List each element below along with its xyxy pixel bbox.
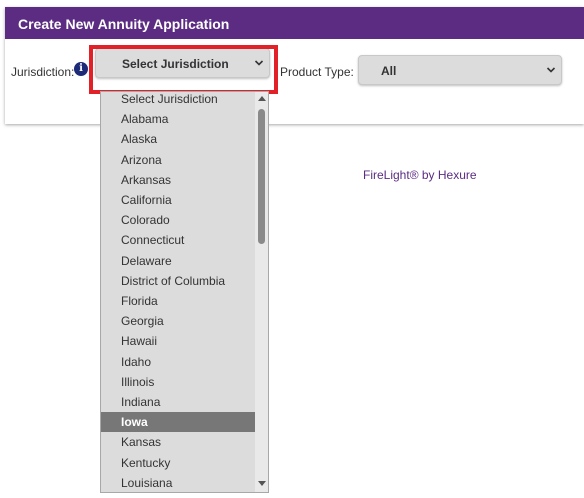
dropdown-option[interactable]: Indiana xyxy=(101,392,255,412)
dropdown-option[interactable]: Alabama xyxy=(101,109,255,129)
product-type-selected-value: All xyxy=(381,64,397,78)
product-type-label: Product Type: xyxy=(280,65,354,79)
scroll-thumb[interactable] xyxy=(258,109,265,244)
dropdown-option[interactable]: Idaho xyxy=(101,352,255,372)
chevron-down-icon xyxy=(546,67,556,73)
dropdown-option[interactable]: Hawaii xyxy=(101,331,255,351)
dropdown-option[interactable]: Arkansas xyxy=(101,170,255,190)
dropdown-option[interactable]: Delaware xyxy=(101,251,255,271)
dropdown-option[interactable]: California xyxy=(101,190,255,210)
dropdown-option[interactable]: Select Jurisdiction xyxy=(101,92,255,109)
dropdown-option[interactable]: Connecticut xyxy=(101,230,255,250)
dropdown-option[interactable]: Arizona xyxy=(101,150,255,170)
dropdown-option[interactable]: Louisiana xyxy=(101,473,255,492)
dropdown-option[interactable]: Colorado xyxy=(101,210,255,230)
dropdown-option[interactable]: Florida xyxy=(101,291,255,311)
dropdown-option[interactable]: Kentucky xyxy=(101,453,255,473)
footer-brand[interactable]: FireLight® by Hexure xyxy=(363,168,477,182)
highlight-box xyxy=(89,45,278,94)
product-type-select[interactable]: All xyxy=(358,55,562,85)
scroll-up-arrow-icon[interactable] xyxy=(258,96,266,101)
dropdown-scrollbar[interactable] xyxy=(255,92,268,492)
jurisdiction-dropdown-list: Select Jurisdiction Alabama Alaska Arizona A… xyxy=(100,91,269,493)
dropdown-option[interactable]: Kansas xyxy=(101,432,255,452)
info-icon[interactable]: i xyxy=(74,62,88,76)
dropdown-option[interactable]: Alaska xyxy=(101,129,255,149)
dropdown-option[interactable]: District of Columbia xyxy=(101,271,255,291)
page-title: Create New Annuity Application xyxy=(5,7,584,39)
scroll-down-arrow-icon[interactable] xyxy=(258,481,266,486)
dropdown-option[interactable]: Illinois xyxy=(101,372,255,392)
dropdown-option[interactable]: Iowa xyxy=(101,412,255,433)
jurisdiction-label: Jurisdiction: xyxy=(11,65,75,79)
dropdown-option[interactable]: Georgia xyxy=(101,311,255,331)
